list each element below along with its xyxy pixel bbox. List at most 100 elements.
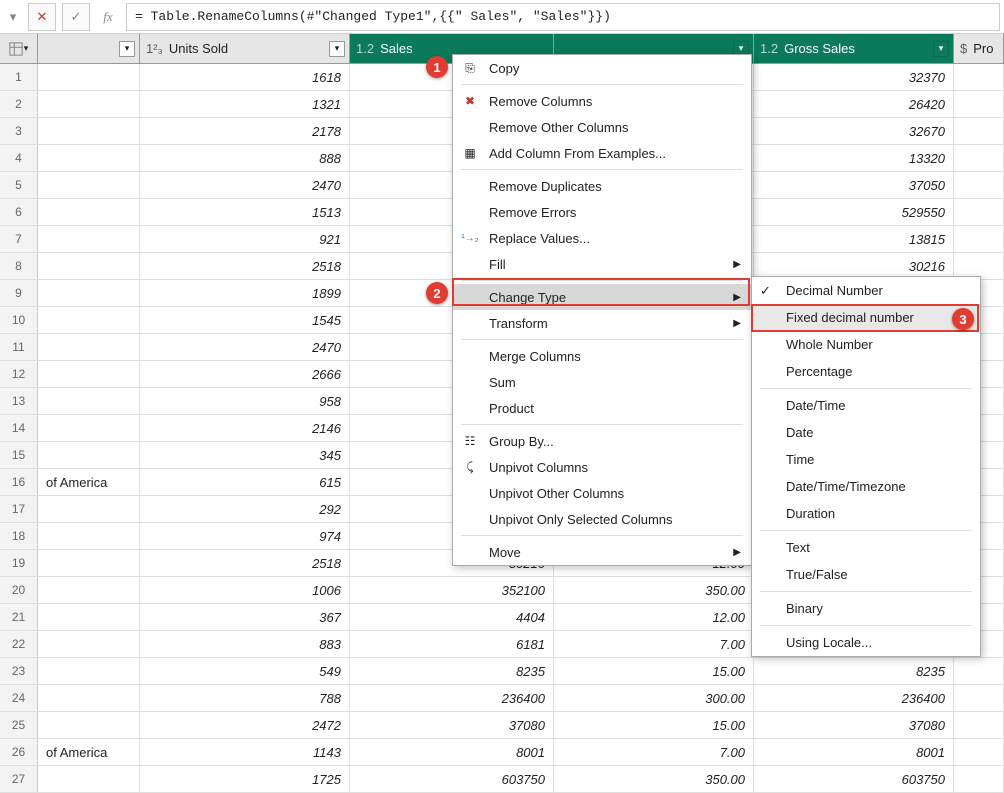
cell-units-sold[interactable]: 888 bbox=[140, 145, 350, 171]
row-number[interactable]: 6 bbox=[0, 199, 38, 225]
cell-sales[interactable]: 8001 bbox=[350, 739, 554, 765]
cell-gross-sales[interactable]: 37080 bbox=[754, 712, 954, 738]
formula-input[interactable]: = Table.RenameColumns(#"Changed Type1",{… bbox=[126, 3, 1000, 31]
row-number[interactable]: 24 bbox=[0, 685, 38, 711]
cell-blank[interactable] bbox=[38, 64, 140, 90]
row-number[interactable]: 14 bbox=[0, 415, 38, 441]
menu-replace-values[interactable]: ¹→₂Replace Values... bbox=[453, 225, 751, 251]
filter-dropdown-icon[interactable]: ▾ bbox=[329, 41, 345, 57]
row-number[interactable]: 16 bbox=[0, 469, 38, 495]
commit-formula-button[interactable]: ✓ bbox=[62, 3, 90, 31]
row-number[interactable]: 7 bbox=[0, 226, 38, 252]
cell-blank[interactable] bbox=[38, 172, 140, 198]
cell-sales[interactable]: 352100 bbox=[350, 577, 554, 603]
column-header-gross-sales[interactable]: 1.2 Gross Sales ▾ bbox=[754, 34, 954, 63]
cell-blank[interactable] bbox=[38, 442, 140, 468]
type-using-locale[interactable]: Using Locale... bbox=[752, 629, 980, 656]
formula-dropdown-icon[interactable]: ▾ bbox=[4, 3, 22, 31]
menu-unpivot-columns[interactable]: ⤹Unpivot Columns bbox=[453, 454, 751, 480]
cell-pro[interactable] bbox=[954, 712, 1004, 738]
cell-pro[interactable] bbox=[954, 199, 1004, 225]
menu-unpivot-selected-columns[interactable]: Unpivot Only Selected Columns bbox=[453, 506, 751, 532]
cell-pro[interactable] bbox=[954, 766, 1004, 792]
cell-units-sold[interactable]: 2518 bbox=[140, 550, 350, 576]
row-number[interactable]: 27 bbox=[0, 766, 38, 792]
cell-gross-sales[interactable]: 8235 bbox=[754, 658, 954, 684]
cell-units-sold[interactable]: 958 bbox=[140, 388, 350, 414]
cell-gross-sales[interactable]: 236400 bbox=[754, 685, 954, 711]
cell-units-sold[interactable]: 974 bbox=[140, 523, 350, 549]
row-number[interactable]: 19 bbox=[0, 550, 38, 576]
cell-pro[interactable] bbox=[954, 172, 1004, 198]
cell-gross-sales[interactable]: 32670 bbox=[754, 118, 954, 144]
cell-blank[interactable] bbox=[38, 253, 140, 279]
cell-blank[interactable] bbox=[38, 631, 140, 657]
type-percentage[interactable]: Percentage bbox=[752, 358, 980, 385]
cell-units-sold[interactable]: 2470 bbox=[140, 172, 350, 198]
cell-pro[interactable] bbox=[954, 145, 1004, 171]
cell-pro[interactable] bbox=[954, 685, 1004, 711]
cell-units-sold[interactable]: 615 bbox=[140, 469, 350, 495]
cell-gross-sales[interactable]: 8001 bbox=[754, 739, 954, 765]
cell-units-sold[interactable]: 2178 bbox=[140, 118, 350, 144]
menu-copy[interactable]: ⎘Copy bbox=[453, 55, 751, 81]
cell-blank[interactable] bbox=[38, 712, 140, 738]
cell-units-sold[interactable]: 1545 bbox=[140, 307, 350, 333]
row-number[interactable]: 3 bbox=[0, 118, 38, 144]
cell-sales[interactable]: 236400 bbox=[350, 685, 554, 711]
row-number[interactable]: 20 bbox=[0, 577, 38, 603]
cell-gross-sales[interactable]: 37050 bbox=[754, 172, 954, 198]
cell-units-sold[interactable]: 1513 bbox=[140, 199, 350, 225]
column-header-units-sold[interactable]: 1²₃ Units Sold ▾ bbox=[140, 34, 350, 63]
row-number[interactable]: 9 bbox=[0, 280, 38, 306]
cell-units-sold[interactable]: 2666 bbox=[140, 361, 350, 387]
type-date[interactable]: Date bbox=[752, 419, 980, 446]
cell-units-sold[interactable]: 345 bbox=[140, 442, 350, 468]
filter-dropdown-icon[interactable]: ▾ bbox=[933, 41, 949, 57]
cell-units-sold[interactable]: 1618 bbox=[140, 64, 350, 90]
cell-units-sold[interactable]: 367 bbox=[140, 604, 350, 630]
cell-units-sold[interactable]: 1006 bbox=[140, 577, 350, 603]
menu-sum[interactable]: Sum bbox=[453, 369, 751, 395]
row-number[interactable]: 25 bbox=[0, 712, 38, 738]
row-number[interactable]: 17 bbox=[0, 496, 38, 522]
type-date-time-timezone[interactable]: Date/Time/Timezone bbox=[752, 473, 980, 500]
cell-units-sold[interactable]: 2472 bbox=[140, 712, 350, 738]
row-number[interactable]: 22 bbox=[0, 631, 38, 657]
row-number[interactable]: 15 bbox=[0, 442, 38, 468]
cell-units-sold[interactable]: 292 bbox=[140, 496, 350, 522]
cell-gross-sales[interactable]: 32370 bbox=[754, 64, 954, 90]
cell-blank[interactable] bbox=[38, 766, 140, 792]
cell-hidden[interactable]: 15.00 bbox=[554, 712, 754, 738]
cell-pro[interactable] bbox=[954, 739, 1004, 765]
menu-merge-columns[interactable]: Merge Columns bbox=[453, 343, 751, 369]
cell-blank[interactable] bbox=[38, 550, 140, 576]
menu-group-by[interactable]: ☷Group By... bbox=[453, 428, 751, 454]
type-binary[interactable]: Binary bbox=[752, 595, 980, 622]
cell-blank[interactable] bbox=[38, 685, 140, 711]
cell-units-sold[interactable]: 1321 bbox=[140, 91, 350, 117]
row-number[interactable]: 18 bbox=[0, 523, 38, 549]
column-header-pro[interactable]: $ Pro bbox=[954, 34, 1004, 63]
type-duration[interactable]: Duration bbox=[752, 500, 980, 527]
row-number[interactable]: 21 bbox=[0, 604, 38, 630]
cell-units-sold[interactable]: 921 bbox=[140, 226, 350, 252]
cell-blank[interactable]: of America bbox=[38, 739, 140, 765]
cell-blank[interactable] bbox=[38, 361, 140, 387]
row-number[interactable]: 13 bbox=[0, 388, 38, 414]
column-header-blank[interactable]: ▾ bbox=[38, 34, 140, 63]
cell-units-sold[interactable]: 883 bbox=[140, 631, 350, 657]
cell-blank[interactable] bbox=[38, 577, 140, 603]
cell-units-sold[interactable]: 1725 bbox=[140, 766, 350, 792]
menu-transform[interactable]: Transform▶ bbox=[453, 310, 751, 336]
cell-blank[interactable] bbox=[38, 388, 140, 414]
cell-gross-sales[interactable]: 529550 bbox=[754, 199, 954, 225]
cell-gross-sales[interactable]: 603750 bbox=[754, 766, 954, 792]
type-true-false[interactable]: True/False bbox=[752, 561, 980, 588]
row-number[interactable]: 11 bbox=[0, 334, 38, 360]
cell-units-sold[interactable]: 788 bbox=[140, 685, 350, 711]
cell-blank[interactable] bbox=[38, 91, 140, 117]
cell-blank[interactable] bbox=[38, 415, 140, 441]
cell-hidden[interactable]: 350.00 bbox=[554, 766, 754, 792]
menu-remove-columns[interactable]: ✖Remove Columns bbox=[453, 88, 751, 114]
